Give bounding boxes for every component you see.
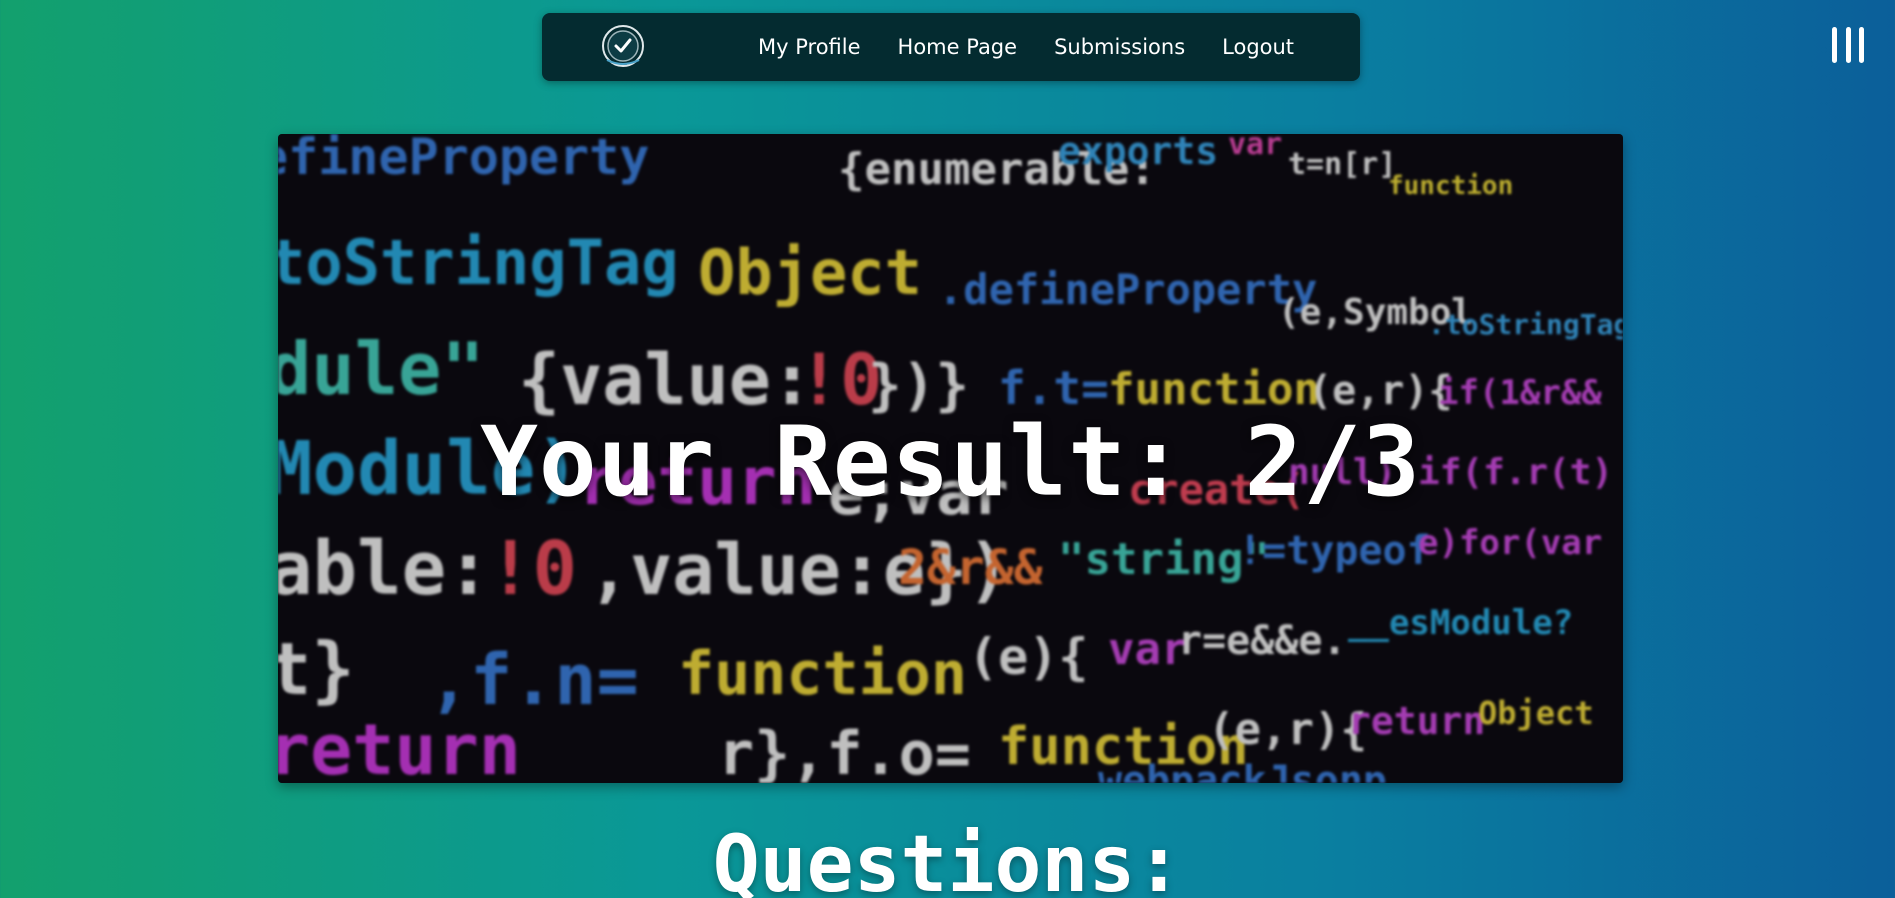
check-badge-icon[interactable] xyxy=(599,22,647,70)
nav-logout[interactable]: Logout xyxy=(1222,35,1294,59)
hamburger-bar xyxy=(1845,27,1851,63)
hamburger-bar xyxy=(1859,27,1864,63)
questions-heading: Questions: xyxy=(712,820,1183,898)
hamburger-menu-icon[interactable] xyxy=(1832,27,1864,65)
result-title: Your Result: 2/3 xyxy=(480,406,1421,518)
hamburger-bar xyxy=(1832,27,1837,63)
nav-home-page[interactable]: Home Page xyxy=(898,35,1018,59)
nav-my-profile[interactable]: My Profile xyxy=(758,35,861,59)
nav-links: My Profile Home Page Submissions Logout xyxy=(758,13,1331,81)
nav-submissions[interactable]: Submissions xyxy=(1054,35,1185,59)
result-banner: efineProperty {enumerable: exports var t… xyxy=(278,134,1623,783)
top-navbar: My Profile Home Page Submissions Logout xyxy=(542,13,1360,81)
